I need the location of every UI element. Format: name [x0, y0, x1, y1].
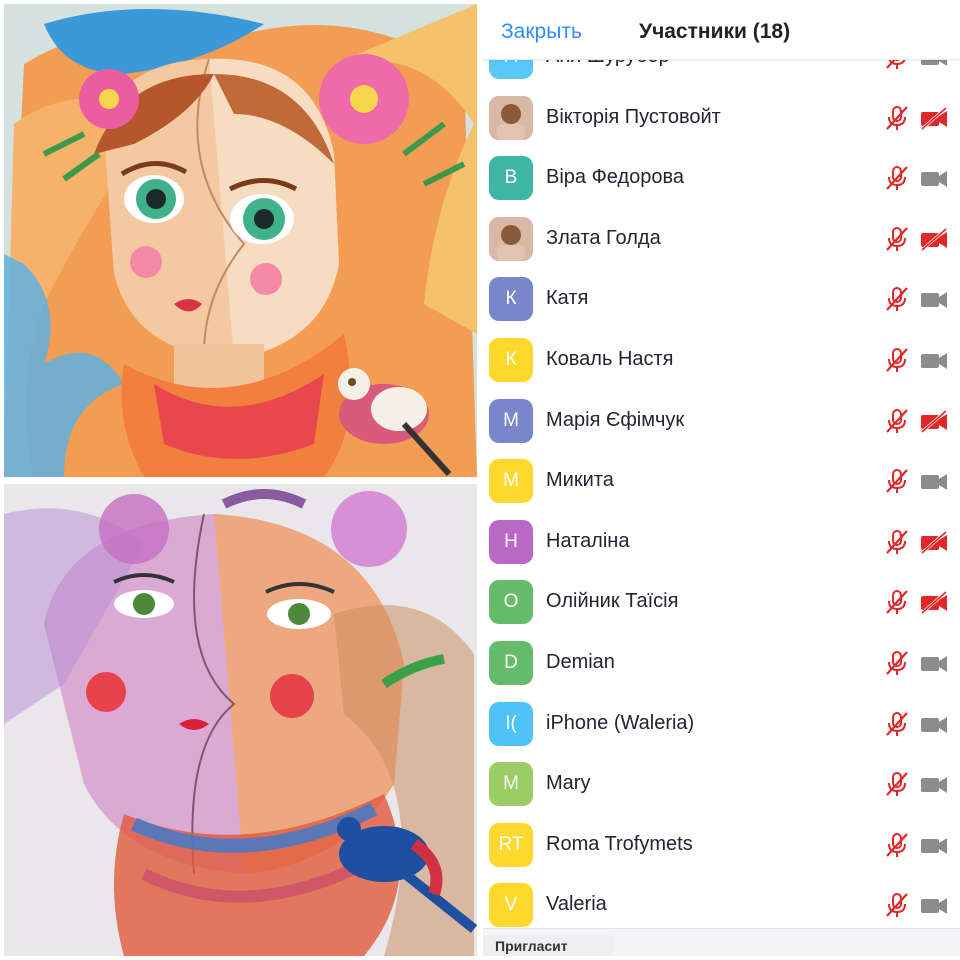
- participant-row[interactable]: M Mary: [483, 756, 960, 816]
- avatar: I(: [489, 701, 533, 746]
- camera-off-icon[interactable]: [919, 529, 949, 555]
- avatar: В: [489, 156, 533, 201]
- avatar: M: [489, 762, 533, 807]
- avatar: М: [489, 459, 533, 504]
- child-drawing-image: [4, 484, 477, 956]
- avatar: М: [489, 398, 533, 443]
- participant-row[interactable]: Вікторія Пустовойт: [483, 90, 960, 150]
- mic-muted-icon[interactable]: [883, 588, 911, 616]
- participant-row[interactable]: К Коваль Настя: [483, 332, 960, 392]
- camera-icon[interactable]: [919, 165, 949, 191]
- participant-name: Коваль Настя: [546, 348, 674, 370]
- camera-off-icon[interactable]: [919, 408, 949, 434]
- participant-name: Марія Єфімчук: [546, 408, 685, 431]
- participant-row[interactable]: М Микита: [483, 453, 960, 513]
- mic-muted-icon[interactable]: [883, 407, 911, 435]
- avatar: О: [489, 580, 533, 625]
- camera-icon[interactable]: [919, 347, 949, 373]
- participant-row[interactable]: К Катя: [483, 271, 960, 331]
- camera-icon[interactable]: [919, 650, 949, 676]
- mic-muted-icon[interactable]: [883, 770, 911, 798]
- mic-muted-icon[interactable]: [883, 831, 911, 859]
- participant-name: Demian: [546, 651, 615, 673]
- mic-muted-icon[interactable]: [883, 104, 911, 132]
- mic-muted-icon[interactable]: [883, 285, 911, 313]
- participant-name: iPhone (Waleria): [546, 711, 695, 734]
- participant-row[interactable]: I( iPhone (Waleria): [483, 696, 960, 756]
- camera-icon[interactable]: [919, 771, 949, 797]
- close-button[interactable]: Закрыть: [501, 20, 582, 44]
- camera-icon[interactable]: [919, 711, 949, 737]
- participant-name: Микита: [546, 469, 614, 492]
- avatar: Н: [489, 519, 533, 564]
- participant-name: Віра Федорова: [546, 166, 685, 189]
- camera-icon[interactable]: [919, 286, 949, 312]
- participant-row[interactable]: D Demian: [483, 635, 960, 695]
- avatar: D: [489, 641, 533, 685]
- avatar: К: [489, 338, 533, 382]
- participant-row[interactable]: В Віра Федорова: [483, 150, 960, 210]
- mic-muted-icon[interactable]: [883, 164, 911, 192]
- participant-name: Олійник Таїсія: [546, 590, 679, 613]
- avatar-photo: [489, 95, 533, 140]
- panel-title: Участники (18): [639, 20, 791, 43]
- invite-button[interactable]: Пригласит: [483, 935, 613, 956]
- participant-name: Valeria: [546, 893, 607, 916]
- mic-muted-icon[interactable]: [883, 346, 911, 374]
- mic-muted-icon[interactable]: [883, 225, 911, 253]
- avatar: К: [489, 277, 533, 322]
- participant-name: Злата Голда: [546, 226, 661, 249]
- camera-off-icon[interactable]: [919, 589, 949, 615]
- bottom-bar: Пригласит: [483, 928, 960, 956]
- mic-muted-icon[interactable]: [883, 528, 911, 556]
- participants-panel: ААня ШуруборВікторія ПустовойтВВіра Федо…: [483, 4, 960, 956]
- participant-name: Mary: [546, 772, 591, 795]
- camera-off-icon[interactable]: [919, 226, 949, 252]
- camera-icon[interactable]: [919, 892, 949, 918]
- participant-name: Roma Trofymets: [546, 832, 693, 855]
- participant-name: Вікторія Пустовойт: [546, 105, 721, 128]
- participant-name: Наталіна: [546, 529, 630, 552]
- mic-muted-icon[interactable]: [883, 467, 911, 495]
- avatar: RT: [489, 822, 533, 867]
- avatar-photo: [489, 216, 533, 261]
- collage: ААня ШуруборВікторія ПустовойтВВіра Федо…: [0, 0, 960, 960]
- participant-name: Катя: [546, 287, 589, 310]
- panel-header: Закрыть Участники (18): [483, 4, 960, 60]
- mic-muted-icon[interactable]: [883, 891, 911, 919]
- painting-image: [4, 4, 477, 477]
- camera-icon[interactable]: [919, 832, 949, 858]
- participant-row[interactable]: Н Наталіна: [483, 514, 960, 574]
- mic-muted-icon[interactable]: [883, 649, 911, 677]
- camera-icon[interactable]: [919, 468, 949, 494]
- avatar: V: [489, 883, 533, 928]
- participant-row[interactable]: Злата Голда: [483, 211, 960, 271]
- participant-row[interactable]: М Марія Єфімчук: [483, 393, 960, 453]
- participant-row[interactable]: О Олійник Таїсія: [483, 574, 960, 634]
- camera-off-icon[interactable]: [919, 105, 949, 131]
- participant-row[interactable]: RT Roma Trofymets: [483, 817, 960, 877]
- mic-muted-icon[interactable]: [883, 710, 911, 738]
